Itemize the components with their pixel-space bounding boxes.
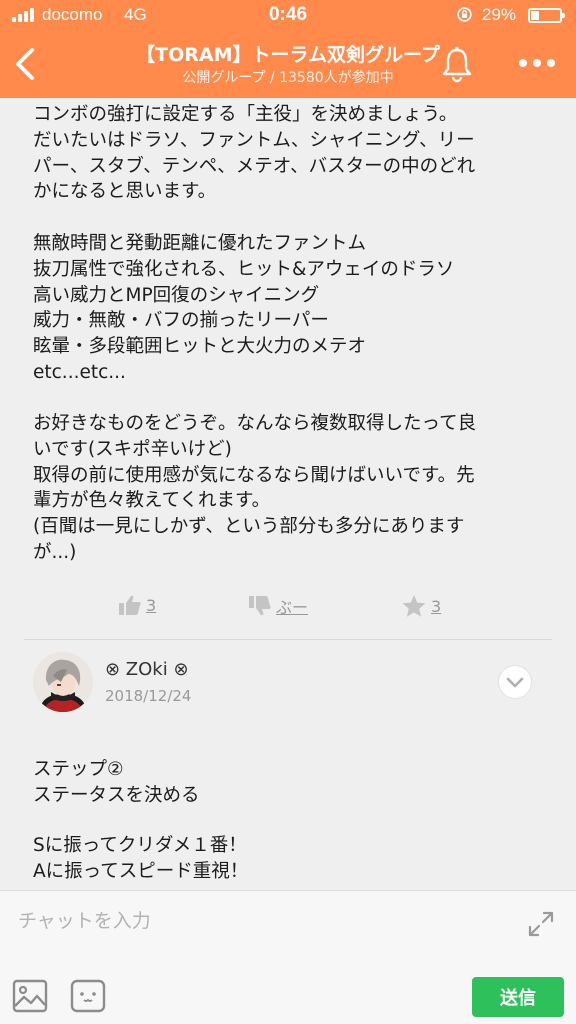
favorite-count: 3 — [431, 596, 442, 616]
post-line: 輩方が色々教えてくれます。 — [33, 490, 271, 512]
favorite-button[interactable]: 3 — [401, 594, 441, 618]
chat-input-bar: 送信 — [0, 890, 576, 1024]
dislike-button[interactable]: ぶー — [248, 594, 308, 618]
like-button[interactable]: 3 — [118, 594, 156, 616]
reply-line: Sに振ってクリダメ１番！ — [33, 835, 247, 856]
post-line: パー、スタブ、テンペ、メテオ、バスターの中のどれ — [33, 155, 476, 177]
post-line: 取得の前に使用感が気になるなら聞けばいいです。先 — [33, 464, 475, 486]
avatar[interactable] — [33, 652, 93, 712]
post-line: 威力・無敵・バフの揃ったリーパー — [33, 310, 329, 332]
star-icon — [402, 595, 426, 617]
chat-input[interactable] — [18, 903, 498, 939]
post-line: かになると思います。 — [33, 181, 217, 203]
post-paragraph: お好きなものをどうぞ。なんなら複数取得したって良 いです(スキポ辛いけど) 取得… — [33, 411, 553, 566]
post-paragraph: 無敵時間と発動距離に優れたファントム 抜刀属性で強化される、ヒット&アウェイのド… — [33, 231, 553, 386]
reply-line: Aに振ってスピード重視！ — [33, 860, 249, 882]
expand-arrows-icon[interactable] — [526, 909, 556, 939]
post-line: いです(スキポ辛いけど) — [33, 438, 232, 460]
send-button[interactable]: 送信 — [472, 977, 564, 1017]
like-count: 3 — [146, 595, 157, 615]
reply-date: 2018/12/24 — [105, 687, 192, 705]
battery-percent: 29% — [482, 5, 517, 24]
reply-paragraph: Sに振ってクリダメ１番！ Aに振ってスピード重視！ — [33, 833, 553, 885]
avatar-image — [33, 652, 93, 712]
group-header: 【TORAM】トーラム双剣グループ 公開グループ / 13580人が参加中 — [0, 30, 576, 98]
status-bar: docomo 4G 0:46 29% — [0, 0, 576, 30]
dislike-label: ぶー — [276, 598, 309, 617]
post-reactions: 3 ぶー 3 — [0, 594, 576, 624]
sticker-icon[interactable] — [70, 979, 106, 1013]
image-icon[interactable] — [12, 979, 48, 1013]
post-line: etc...etc... — [33, 361, 126, 383]
post-divider — [24, 639, 552, 640]
chevron-down-icon[interactable] — [499, 666, 531, 698]
thumbs-up-icon — [119, 595, 141, 615]
post-line: (百聞は一見にしかず、という部分も多分にあります — [33, 516, 465, 538]
reply-line: ステータスを決める — [33, 784, 200, 806]
battery-icon — [528, 8, 565, 23]
thumbs-down-icon — [249, 596, 271, 616]
reply-username[interactable]: ⊗ ZOki ⊗ — [105, 659, 189, 680]
post-line: 眩暈・多段範囲ヒットと大火力のメテオ — [33, 336, 367, 358]
reply-line: ステップ② — [33, 759, 124, 780]
post-line: コンボの強打に設定する「主役」を決めましょう。 — [33, 104, 458, 125]
reply-paragraph: ステップ② ステータスを決める — [33, 757, 553, 809]
battery-level — [531, 11, 540, 20]
back-button[interactable] — [6, 42, 46, 86]
post-line: だいたいはドラソ、ファントム、シャイニング、リー — [33, 129, 475, 151]
more-options-icon[interactable] — [512, 50, 562, 76]
rotation-lock-icon — [457, 7, 472, 22]
post-line: が...) — [33, 541, 77, 563]
post-line: 無敵時間と発動距離に優れたファントム — [33, 233, 367, 254]
post-line: 抜刀属性で強化される、ヒット&アウェイのドラソ — [33, 258, 455, 280]
post-line: お好きなものをどうぞ。なんなら複数取得したって良 — [33, 413, 477, 434]
post-line: 高い威力とMP回復のシャイニング — [33, 284, 320, 306]
notification-bell-icon[interactable] — [438, 44, 476, 84]
post-paragraph: コンボの強打に設定する「主役」を決めましょう。 だいたいはドラソ、ファントム、シ… — [33, 102, 553, 205]
post-thread: コンボの強打に設定する「主役」を決めましょう。 だいたいはドラソ、ファントム、シ… — [0, 98, 576, 890]
